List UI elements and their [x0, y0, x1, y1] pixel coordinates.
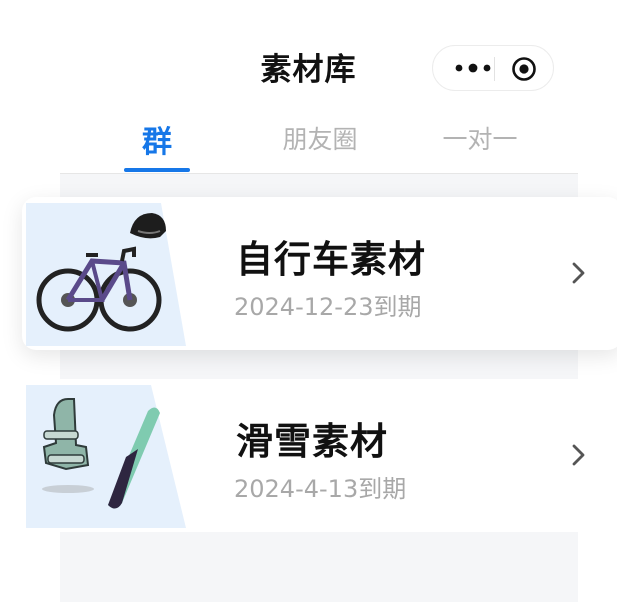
tab-group[interactable]: 群 — [92, 117, 222, 161]
bicycle-helmet-image — [26, 203, 186, 346]
card-title: 自行车素材 — [236, 238, 426, 281]
active-tab-indicator — [124, 168, 190, 172]
more-dots-icon[interactable] — [451, 58, 495, 78]
tab-moments[interactable]: 朋友圈 — [255, 120, 385, 156]
target-circle-icon[interactable] — [511, 56, 537, 82]
card-expiry-date: 2024-12-23到期 — [234, 293, 422, 321]
chevron-right-icon[interactable] — [570, 259, 588, 287]
tab-one-on-one[interactable]: 一对一 — [415, 120, 545, 156]
capsule-divider — [494, 57, 495, 81]
material-card-bicycle[interactable]: 自行车素材 2024-12-23到期 — [22, 197, 617, 350]
mini-program-capsule — [432, 45, 554, 91]
chevron-right-icon[interactable] — [570, 441, 588, 469]
app-screen: 素材库 群 朋友圈 一对一 自行车素材 2024-12-23到期 滑雪素材 20… — [0, 0, 617, 602]
card-title: 滑雪素材 — [236, 420, 388, 463]
card-expiry-date: 2024-4-13到期 — [234, 475, 407, 503]
tab-bar: 群 朋友圈 一对一 — [0, 120, 617, 176]
snowboard-binding-image — [26, 385, 186, 528]
material-card-ski[interactable]: 滑雪素材 2024-4-13到期 — [22, 379, 617, 532]
